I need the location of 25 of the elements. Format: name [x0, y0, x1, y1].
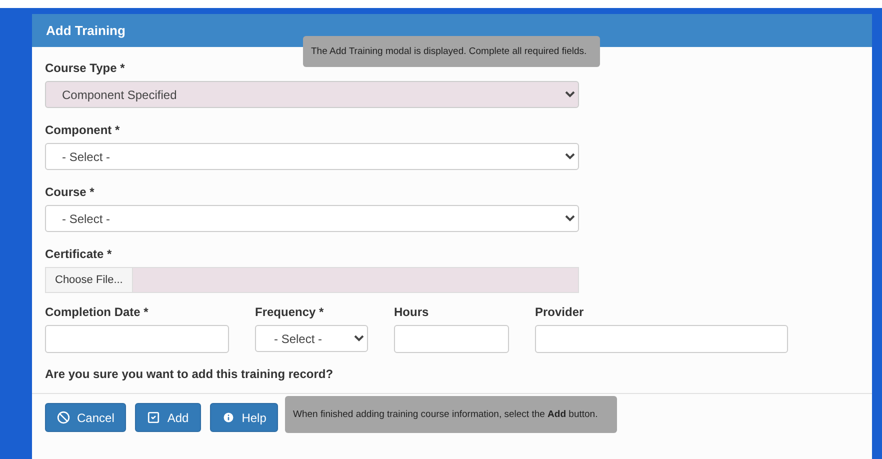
help-button[interactable]: Help: [210, 403, 278, 432]
select-field[interactable]: - Select -: [255, 325, 368, 352]
select-field[interactable]: Component Specified: [45, 81, 579, 108]
field-label: Provider: [535, 305, 585, 319]
field-label: Completion Date *: [45, 305, 150, 319]
select-field[interactable]: - Select -: [45, 205, 579, 232]
callout-text: The Add Training modal is displayed. Complete all required fields.: [303, 36, 600, 67]
checkbox-icon: [147, 411, 160, 424]
input-field[interactable]: [394, 325, 509, 353]
info-icon: [222, 411, 235, 424]
ban-icon: [57, 411, 70, 424]
field-label: Hours: [394, 305, 430, 319]
cancel-button[interactable]: Cancel: [45, 403, 126, 432]
callout-text: When finished adding training course information, select the Add button.: [285, 396, 617, 433]
input-field[interactable]: [45, 325, 229, 353]
input-field[interactable]: [535, 325, 788, 353]
confirmation-text: Are you sure you want to add this training record?: [45, 367, 334, 381]
field-label: Frequency *: [255, 305, 325, 319]
field-label: Course *: [45, 185, 94, 199]
field-label: Course Type *: [45, 61, 125, 75]
select-field[interactable]: - Select -: [45, 143, 579, 170]
field-label: Certificate *: [45, 247, 112, 261]
choose-file-button[interactable]: Choose File...: [46, 268, 133, 292]
add-button[interactable]: Add: [135, 403, 201, 432]
field-label: Component *: [45, 123, 120, 137]
